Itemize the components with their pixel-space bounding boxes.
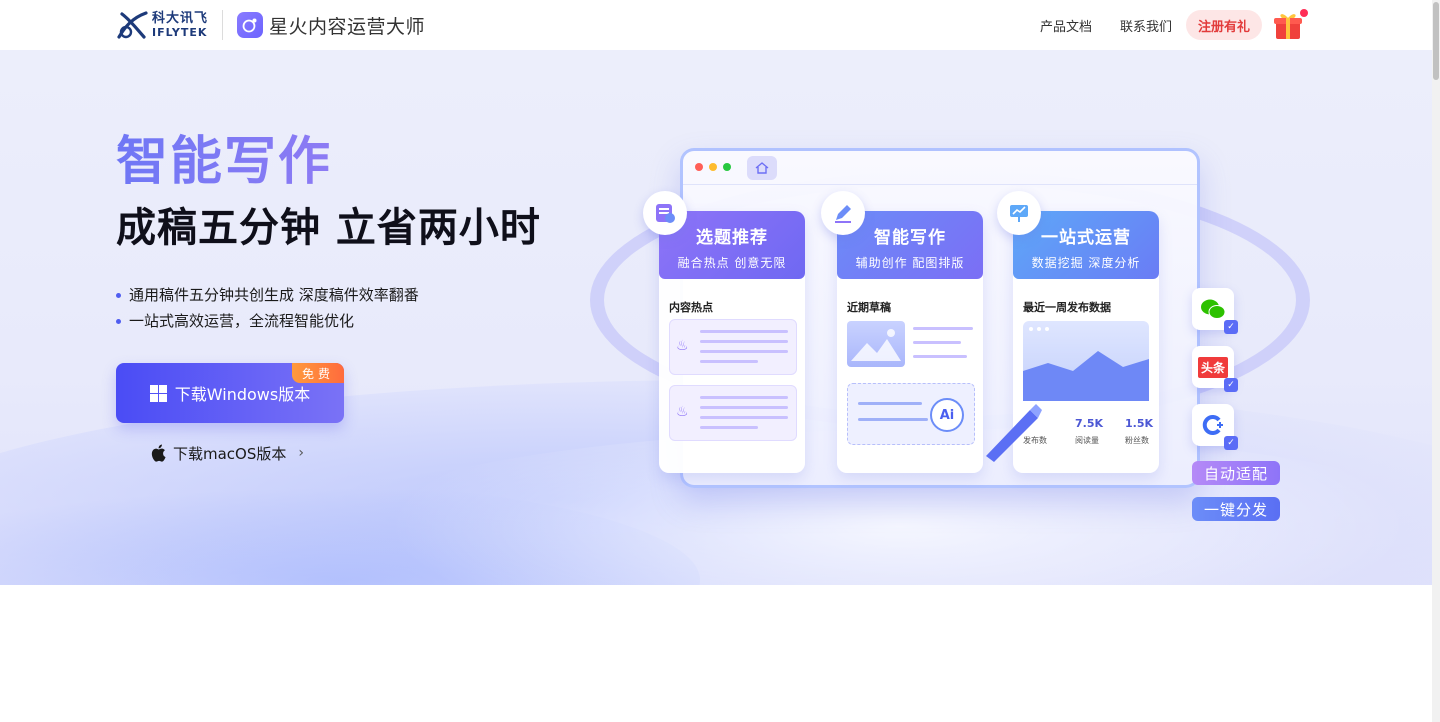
text-line [700,406,788,409]
logo-cn-text: 科大讯飞 [152,11,209,26]
hero-subtitle: 成稿五分钟 立省两小时 [116,205,541,251]
flame-icon: ♨ [676,404,689,420]
chevron-right-icon: › [298,445,304,461]
apple-icon [151,444,166,462]
hero-banner: 智能写作 成稿五分钟 立省两小时 通用稿件五分钟共创生成 深度稿件效率翻番 一站… [0,50,1432,585]
hot-topic-item: ♨ [669,385,797,441]
ai-badge: Ai [930,398,964,432]
wechat-icon: ✓ [1192,288,1238,334]
c-plus-platform-icon: ✓ [1192,404,1238,450]
check-icon: ✓ [1224,320,1238,334]
iflytek-mark-icon [117,11,148,39]
check-icon: ✓ [1224,436,1238,450]
card-subtitle: 融合热点 创意无限 [677,256,787,270]
auto-adapt-pill: 自动适配 [1192,461,1281,485]
download-windows-label: 下载Windows版本 [174,385,311,404]
stat-value: 7.5K [1075,417,1104,430]
text-line [858,418,928,421]
image-placeholder-icon [847,321,905,367]
brand[interactable]: 科大讯飞 IFLYTEK 星火内容运营大师 [116,9,425,41]
presentation-chart-icon [997,191,1041,235]
iflytek-logo[interactable]: 科大讯飞 IFLYTEK [116,10,208,40]
product-illustration: 选题推荐 融合热点 创意无限 内容热点 ♨ ♨ 智能写作 辅助创作 配图排版 近… [580,140,1320,560]
card-subtitle: 辅助创作 配图排版 [855,256,965,270]
window-dot-red [695,163,703,171]
bullet-item: 通用稿件五分钟共创生成 深度稿件效率翻番 [116,282,419,308]
nav-docs-link[interactable]: 产品文档 [1040,16,1092,35]
text-line [913,355,967,358]
topic-card: 选题推荐 融合热点 创意无限 内容热点 ♨ ♨ [659,211,805,473]
scrollbar-thumb[interactable] [1433,2,1439,80]
brand-divider [222,10,224,40]
download-mac-link[interactable]: 下载macOS版本 › [150,440,304,466]
window-titlebar [683,151,1197,185]
flame-icon: ♨ [676,338,689,354]
bullet-dot [116,318,121,324]
top-header: 科大讯飞 IFLYTEK 星火内容运营大师 产品文档 联系我们 注册有礼 [0,0,1432,50]
header-nav: 产品文档 联系我们 注册有礼 [1040,9,1308,41]
writing-card: 智能写作 辅助创作 配图排版 近期草稿 Ai [837,211,983,473]
one-click-distribute-pill: 一键分发 [1192,497,1281,521]
gift-icon[interactable] [1272,9,1308,41]
nav-contact-link[interactable]: 联系我们 [1120,16,1172,35]
stat-value: 1.5K [1125,417,1154,430]
download-windows-button[interactable]: 下载Windows版本 免费 [116,363,344,423]
card-section-label: 最近一周发布数据 [1023,301,1111,314]
page-scrollbar[interactable] [1432,0,1440,722]
product-logo-icon [237,12,264,38]
logo-en-text: IFLYTEK [152,26,208,39]
draft-editor: Ai [847,383,975,445]
bullet-text: 通用稿件五分钟共创生成 深度稿件效率翻番 [129,286,419,304]
free-badge: 免费 [291,363,344,383]
stat-label: 粉丝数 [1125,436,1149,445]
topic-list-icon [643,191,687,235]
windows-icon [149,384,167,402]
bullet-dot [116,292,121,298]
register-gift-button[interactable]: 注册有礼 [1185,10,1262,40]
card-section-label: 内容热点 [669,301,713,314]
text-line [913,327,973,330]
text-line [913,341,961,344]
text-line [700,396,788,399]
card-subtitle: 数据挖掘 深度分析 [1031,256,1141,270]
download-mac-label: 下载macOS版本 [173,444,287,463]
pen-edit-icon [821,191,865,235]
hot-topic-item: ♨ [669,319,797,375]
notification-dot [1300,9,1308,17]
bullet-text: 一站式高效运营，全流程智能优化 [129,312,355,330]
area-chart-icon [1023,321,1149,401]
pen-decoration-icon [986,404,1042,462]
app-window-mockup: 选题推荐 融合热点 创意无限 内容热点 ♨ ♨ 智能写作 辅助创作 配图排版 近… [643,148,1200,488]
text-line [700,340,788,343]
text-line [700,360,758,363]
hero-bullets: 通用稿件五分钟共创生成 深度稿件效率翻番 一站式高效运营，全流程智能优化 [116,282,419,334]
text-line [700,426,758,429]
hero-title: 智能写作 [116,132,333,192]
window-dot-green [723,163,731,171]
toutiao-icon: 头条 ✓ [1192,346,1238,392]
toutiao-label: 头条 [1197,356,1228,378]
bullet-item: 一站式高效运营，全流程智能优化 [116,308,419,334]
text-line [700,330,788,333]
card-section-label: 近期草稿 [847,301,891,314]
stat-label: 阅读量 [1075,436,1099,445]
product-name: 星火内容运营大师 [269,15,426,38]
text-line [700,350,788,353]
check-icon: ✓ [1224,378,1238,392]
home-icon [747,156,777,180]
page: 科大讯飞 IFLYTEK 星火内容运营大师 产品文档 联系我们 注册有礼 智能写… [0,0,1440,722]
text-line [858,402,922,405]
text-line [700,416,788,419]
window-dot-yellow [709,163,717,171]
